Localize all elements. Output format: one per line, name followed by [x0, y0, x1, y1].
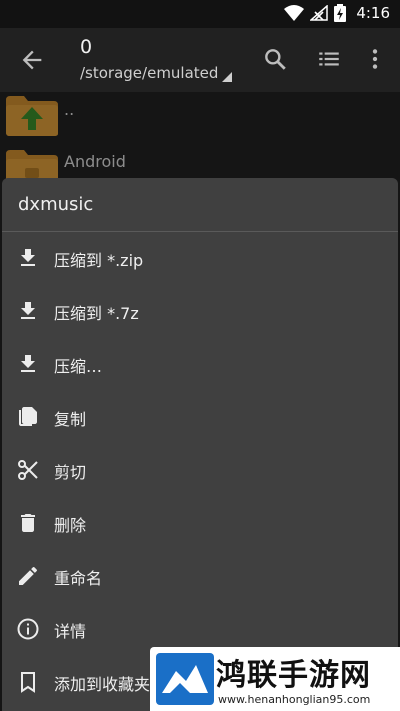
trash-icon — [21, 514, 35, 532]
list-view-icon[interactable] — [316, 46, 342, 72]
download-icon — [21, 249, 35, 266]
sheet-title: dxmusic — [18, 194, 94, 215]
menu-label: 压缩到 *.7z — [54, 304, 139, 323]
menu-label: 复制 — [54, 410, 87, 429]
wifi-icon — [284, 5, 305, 21]
dropdown-corner-icon — [222, 72, 233, 82]
path-label: /storage/emulated — [80, 64, 219, 82]
bookmark-icon — [21, 672, 35, 693]
copy-icon — [19, 407, 37, 426]
menu-label: 添加到收藏夹 — [54, 675, 151, 694]
menu-label: 详情 — [54, 622, 87, 641]
menu-item-cut[interactable]: 剪切 — [2, 444, 398, 497]
more-vert-icon[interactable] — [362, 46, 388, 72]
status-icons: 4:16 — [284, 4, 390, 22]
menu-label: 重命名 — [54, 569, 103, 588]
menu-item-compress-zip[interactable]: 压缩到 *.zip — [2, 232, 398, 285]
menu-label: 剪切 — [54, 463, 87, 482]
menu-item-compress-7z[interactable]: 压缩到 *.7z — [2, 285, 398, 338]
toolbar: 0 /storage/emulated — [0, 28, 400, 92]
menu-label: 压缩到 *.zip — [54, 251, 144, 270]
back-arrow-icon[interactable] — [18, 46, 46, 74]
menu-label: 删除 — [54, 516, 87, 535]
scissors-icon — [18, 460, 38, 480]
download-icon — [21, 302, 35, 319]
brand-logo-icon — [156, 653, 214, 705]
status-bar: 4:16 — [0, 0, 400, 28]
menu-item-compress[interactable]: 压缩… — [2, 338, 398, 391]
pencil-icon — [19, 566, 37, 585]
context-menu-sheet: dxmusic 压缩到 *.zip 压缩到 *.7z 压缩… 复制 剪切 删除 … — [2, 178, 398, 711]
battery-charging-icon — [334, 4, 347, 22]
watermark-banner: 鸿联手游网 www.henanhonglian95.com — [150, 647, 400, 711]
path-selector[interactable]: /storage/emulated — [80, 64, 233, 82]
search-icon[interactable] — [262, 46, 288, 72]
status-time: 4:16 — [356, 4, 390, 22]
menu-item-copy[interactable]: 复制 — [2, 391, 398, 444]
signal-icon — [310, 5, 329, 21]
watermark-url: www.henanhonglian95.com — [218, 693, 371, 706]
info-icon — [17, 618, 39, 640]
menu-label: 压缩… — [54, 357, 103, 376]
menu-item-delete[interactable]: 删除 — [2, 497, 398, 550]
menu-item-rename[interactable]: 重命名 — [2, 550, 398, 603]
download-icon — [21, 355, 35, 372]
watermark-title: 鸿联手游网 — [216, 658, 371, 693]
folder-title: 0 — [80, 36, 93, 58]
